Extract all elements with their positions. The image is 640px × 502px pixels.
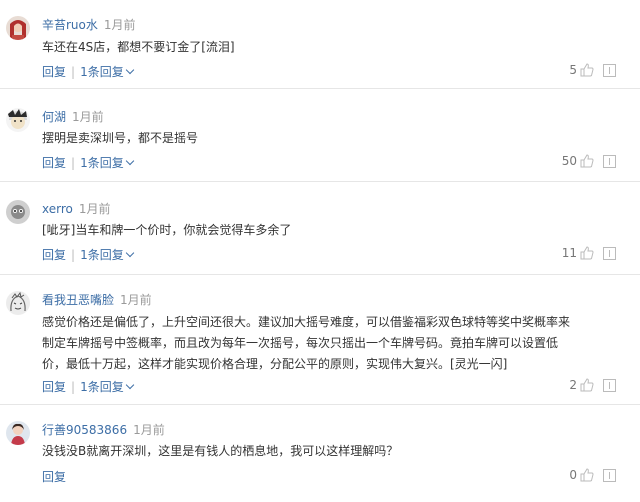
timestamp: 1月前 [120,293,152,307]
comment-text: 没钱没B就离开深圳，这里是有钱人的栖息地，我可以这样理解吗？ [42,444,399,458]
reply-button[interactable]: 回复 [42,65,66,79]
view-replies-label: 1条回复 [80,380,124,394]
view-replies-button[interactable]: 1条回复 [80,248,134,262]
comment-actions: 回复 | 1条回复 [42,154,134,171]
divider [0,88,640,89]
comment-text: 摆明是卖深圳号，都不是摇号 [42,131,199,145]
username[interactable]: 看我丑恶嘴脸 [42,293,114,307]
comment-actions: 回复 | 1条回复 [42,63,134,80]
reply-button[interactable]: 回复 [42,470,66,484]
username[interactable]: 何湖 [42,110,66,124]
avatar[interactable] [6,421,30,445]
reply-button[interactable]: 回复 [42,156,66,170]
comment-actions: 回复 [42,468,66,485]
comment-tools: 5 [569,62,616,78]
reply-button[interactable]: 回复 [42,380,66,394]
timestamp: 1月前 [72,110,104,124]
comment-text: [呲牙]当车和牌一个价时，你就会觉得车多余了 [42,223,292,237]
comment-actions: 回复 | 1条回复 [42,246,134,263]
comment-header: 何湖 1月前 [42,108,104,125]
thumbs-up-icon[interactable] [580,63,594,77]
comment-text: 车还在4S店，都想不要订金了[流泪] [42,40,235,54]
comment-text-line: 感觉价格还是偏低了，上升空间还很大。建议加大摇号难度，可以借鉴福彩双色球特等奖中… [42,315,571,329]
view-replies-button[interactable]: 1条回复 [80,156,134,170]
comment-actions: 回复 | 1条回复 [42,378,134,395]
chevron-down-icon [125,380,134,390]
comment-tools: 50 [562,153,616,169]
report-icon[interactable] [603,246,616,260]
report-icon[interactable] [603,63,616,77]
timestamp: 1月前 [103,18,136,32]
comment-tools: 0 [569,467,616,483]
view-replies-label: 1条回复 [80,65,124,79]
like-count: 11 [561,246,577,260]
username[interactable]: 行善90583866 [42,423,127,437]
divider [0,404,640,405]
thumbs-up-icon[interactable] [580,468,594,482]
reply-button[interactable]: 回复 [42,248,66,262]
view-replies-button[interactable]: 1条回复 [80,380,134,394]
avatar[interactable] [6,16,30,40]
avatar[interactable] [6,291,30,315]
username[interactable]: xerro [42,202,73,216]
view-replies-label: 1条回复 [80,248,124,262]
report-icon[interactable] [603,154,616,168]
thumbs-up-icon[interactable] [580,246,594,260]
report-icon[interactable] [603,378,616,392]
view-replies-label: 1条回复 [80,156,124,170]
comment-header: 行善90583866 1月前 [42,421,165,438]
like-count: 50 [561,154,577,168]
divider [0,274,640,275]
comment-header: 看我丑恶嘴脸 1月前 [42,291,152,308]
comment-tools: 2 [569,377,616,393]
chevron-down-icon [125,65,134,75]
view-replies-button[interactable]: 1条回复 [80,65,134,79]
comment-header: 辛苔ruo水 1月前 [42,16,136,33]
chevron-down-icon [125,248,134,258]
like-count: 0 [569,468,577,482]
timestamp: 1月前 [78,202,111,216]
like-count: 2 [569,378,577,392]
timestamp: 1月前 [133,423,165,437]
username[interactable]: 辛苔ruo水 [42,18,98,32]
report-icon[interactable] [603,468,616,482]
like-count: 5 [569,63,577,77]
comment-text-line: 价，最低十万起，这样才能实现价格合理，分配公平的原则，实现伟大复兴。[灵光一闪] [42,357,508,371]
comment-header: xerro 1月前 [42,200,111,217]
comment-text: 感觉价格还是偏低了，上升空间还很大。建议加大摇号难度，可以借鉴福彩双色球特等奖中… [42,312,622,375]
comment-text-line: 制定车牌摇号中签概率，而且改为每年一次摇号，每次只摇出一个车牌号码。竟拍车牌可以… [42,336,559,350]
chevron-down-icon [125,156,134,166]
comment-tools: 11 [562,245,616,261]
thumbs-up-icon[interactable] [580,378,594,392]
divider [0,181,640,182]
thumbs-up-icon[interactable] [580,154,594,168]
avatar[interactable] [6,108,30,132]
avatar[interactable] [6,200,30,224]
